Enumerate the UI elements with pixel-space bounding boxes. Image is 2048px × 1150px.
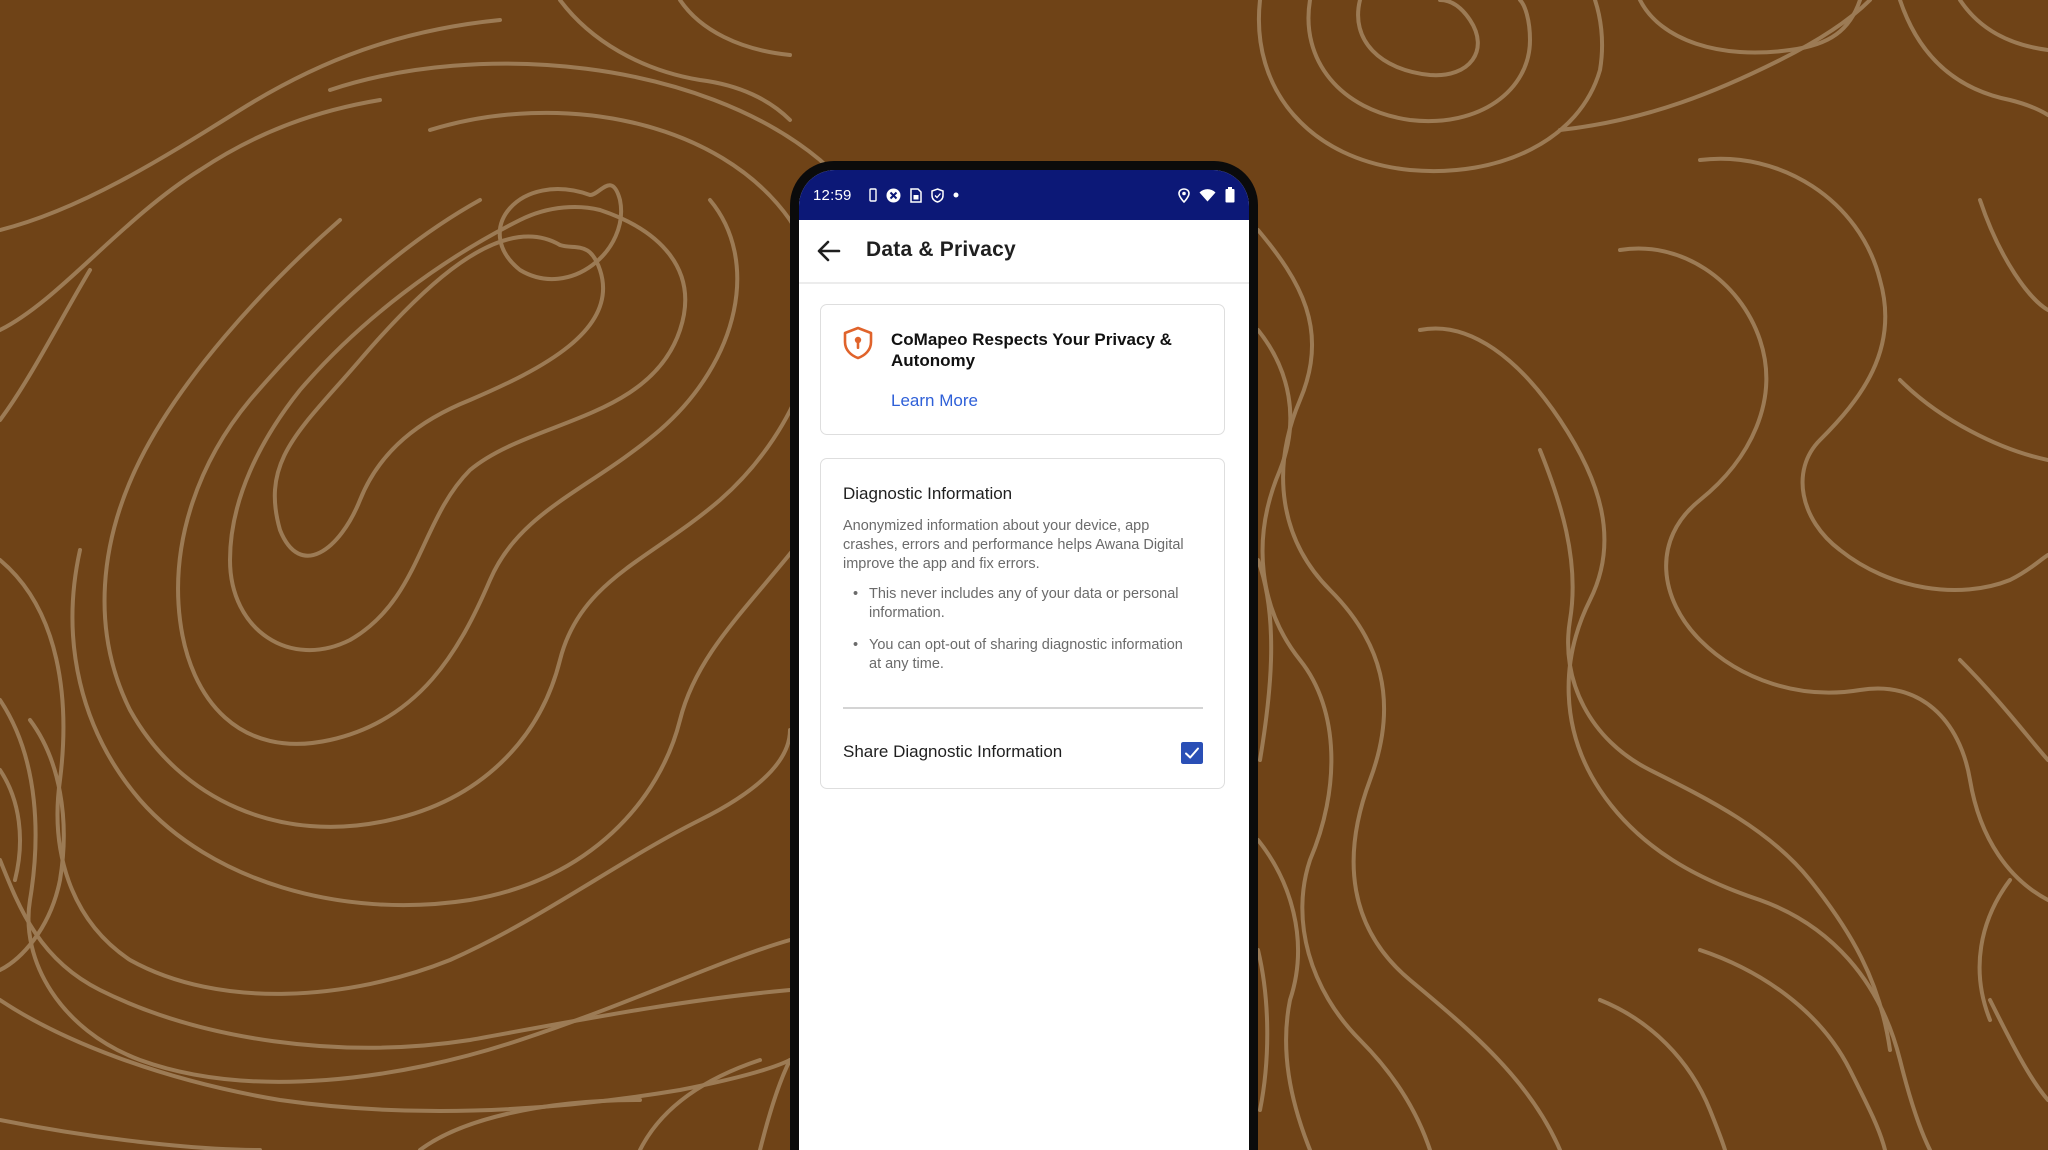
status-bar: 12:59 [799,170,1249,220]
list-item: • You can opt-out of sharing diagnostic … [843,636,1193,674]
phone-outline-icon [869,188,877,202]
battery-icon [1225,187,1235,203]
list-item: • This never includes any of your data o… [843,585,1193,623]
share-diagnostic-label: Share Diagnostic Information [843,742,1063,761]
privacy-title: CoMapeo Respects Your Privacy & Autonomy [891,330,1172,370]
arrow-left-icon[interactable] [815,237,843,265]
status-icons-right [1178,186,1235,204]
phone-frame: 12:59 Data & Privacy CoMapeo Respects Yo… [790,161,1258,1150]
privacy-card: CoMapeo Respects Your Privacy & Autonomy… [820,304,1225,435]
bullet-text: You can opt-out of sharing diagnostic in… [869,637,1183,672]
location-icon [1178,187,1190,203]
sim-doc-icon [910,187,922,203]
diagnostic-description: Anonymized information about your device… [843,518,1184,572]
divider [843,707,1203,709]
app-bar: Data & Privacy [799,220,1249,284]
bullet-dot: • [853,586,859,602]
cross-circle-icon [886,188,901,202]
diagnostic-card: Diagnostic Information Anonymized inform… [820,458,1225,789]
wifi-icon [1199,189,1216,202]
bullet-dot: • [853,637,859,653]
learn-more-link[interactable]: Learn More [891,391,978,411]
diagnostic-bullets: • This never includes any of your data o… [843,585,1193,687]
phone-screen: 12:59 Data & Privacy CoMapeo Respects Yo… [799,170,1249,1150]
status-time: 12:59 [813,187,852,204]
bullet-text: This never includes any of your data or … [869,586,1179,621]
page-title: Data & Privacy [866,238,1016,261]
status-icons-left [869,186,959,204]
share-diagnostic-checkbox[interactable] [1181,742,1203,764]
diagnostic-title: Diagnostic Information [843,484,1013,503]
dot-icon [953,192,959,198]
shield-alert-icon [843,326,873,360]
shield-outline-icon [931,187,944,203]
